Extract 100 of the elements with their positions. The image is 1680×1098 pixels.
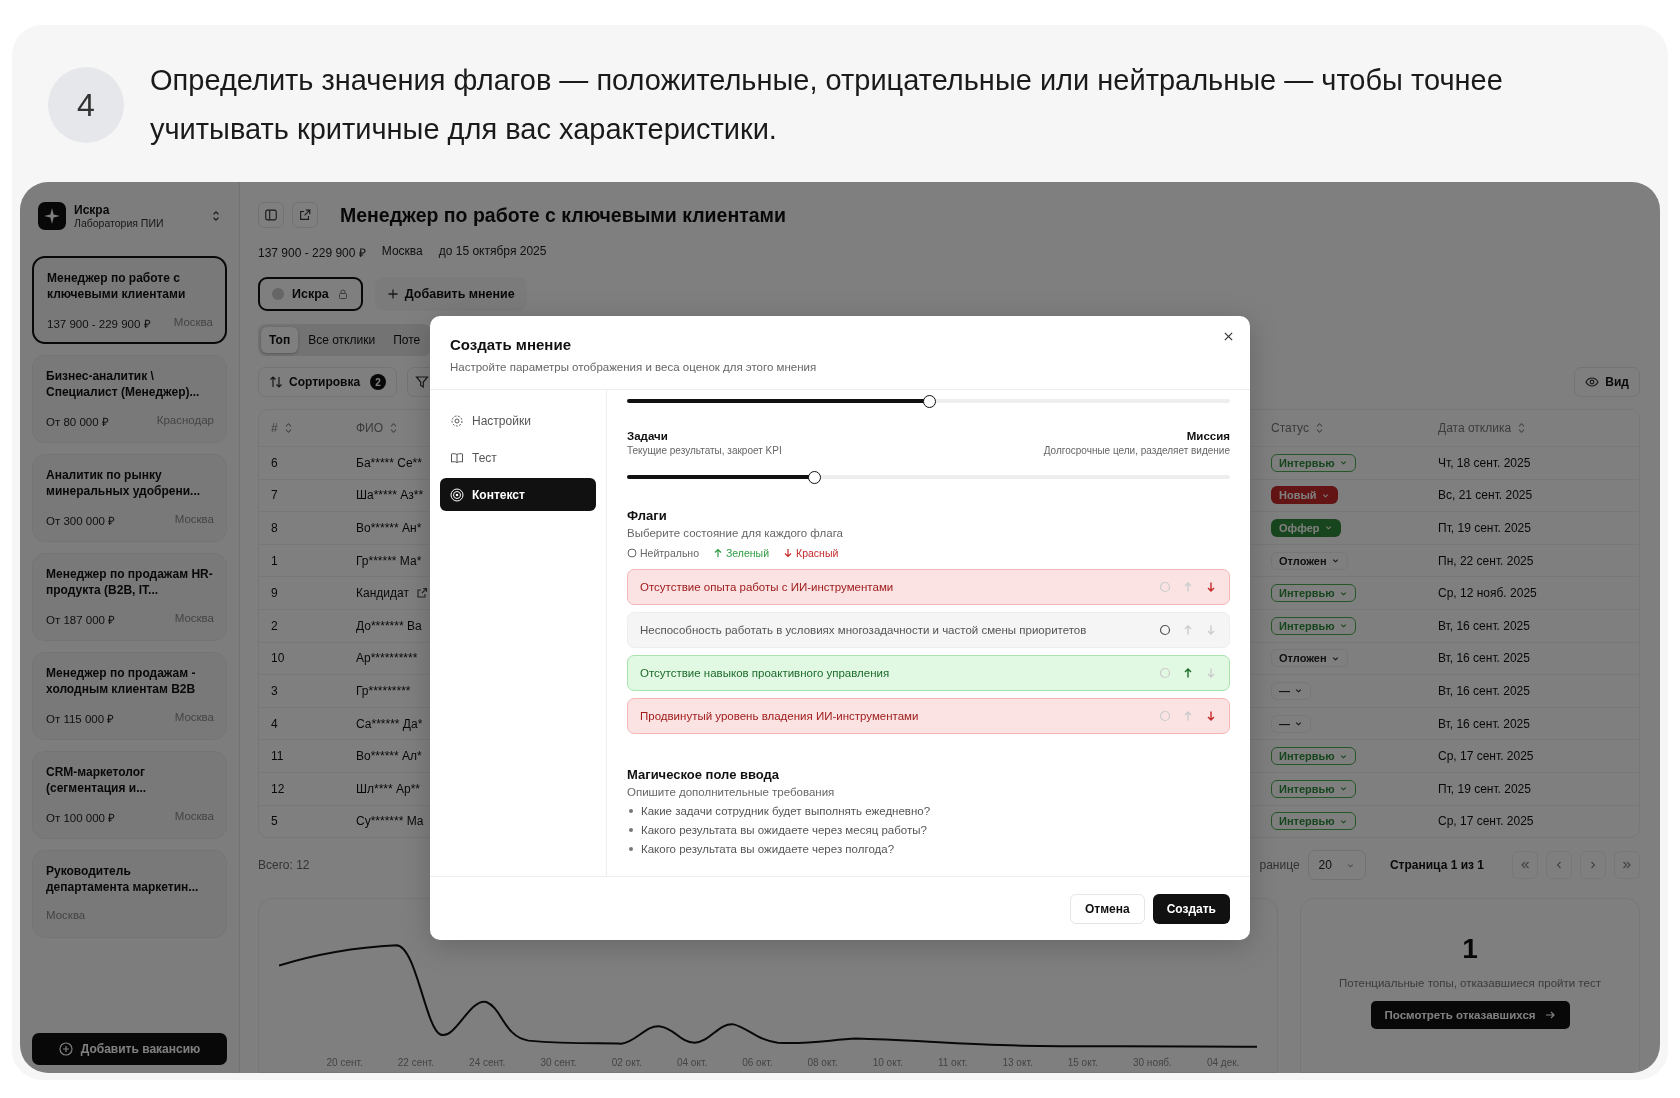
column-header[interactable]: # — [271, 421, 278, 435]
bullet-icon — [629, 847, 633, 851]
status-dropdown[interactable]: Интервью — [1271, 453, 1356, 472]
response-date: Вт, 16 сент. 2025 — [1438, 618, 1530, 633]
response-date: Ср, 12 нояб. 2025 — [1438, 586, 1537, 601]
view-button[interactable]: Вид — [1574, 367, 1640, 397]
column-header[interactable]: ФИО — [356, 421, 384, 435]
gear-icon — [450, 413, 464, 428]
vacancy-salary: От 115 000 ₽ — [46, 712, 115, 726]
create-button[interactable]: Создать — [1152, 893, 1230, 924]
results-tab[interactable]: Все отклики — [300, 327, 384, 353]
weight-slider[interactable] — [627, 394, 1230, 408]
sort-icon[interactable] — [1314, 422, 1324, 434]
neutral-option-icon[interactable] — [1159, 624, 1171, 636]
external-link-icon[interactable] — [415, 587, 428, 600]
view-declined-button[interactable]: Посмотреть отказавшихся — [1370, 1001, 1570, 1030]
book-icon — [450, 450, 464, 465]
sidebar-toggle-button[interactable] — [258, 202, 284, 228]
dialog-nav-item[interactable]: Тест — [440, 441, 596, 474]
vacancy-salary: 137 900 - 229 900 ₽ — [47, 317, 151, 331]
bullet-icon — [629, 809, 633, 813]
chevrons-updown-icon[interactable] — [211, 209, 221, 223]
sort-icon[interactable] — [1517, 422, 1527, 434]
status-dropdown[interactable]: Новый — [1271, 486, 1338, 505]
hint-question: Какого результата вы ожидаете через полгода? — [641, 843, 895, 855]
chevron-down-icon — [1294, 686, 1303, 696]
flag-label: Отсутствие навыков проактивного управления — [640, 667, 890, 679]
previous-page-button[interactable] — [1546, 851, 1572, 880]
row-number: 11 — [271, 749, 284, 764]
last-page-button[interactable] — [1614, 851, 1640, 880]
opinion-chip[interactable]: Искра — [258, 277, 363, 311]
status-dropdown[interactable]: Интервью — [1271, 812, 1356, 831]
chevron-down-icon — [1338, 784, 1348, 794]
status-dropdown[interactable]: Интервью — [1271, 779, 1356, 798]
external-link-button[interactable] — [292, 202, 318, 228]
candidate-name: Шл**** Ар** — [356, 781, 421, 796]
vacancy-salary: От 300 000 ₽ — [46, 514, 116, 528]
add-opinion-button[interactable]: Добавить мнение — [374, 277, 527, 311]
sparkle-logo-icon — [38, 202, 66, 230]
status-dropdown[interactable]: Отложен — [1271, 649, 1348, 668]
row-number: 10 — [271, 651, 285, 666]
sort-arrows-icon — [269, 375, 283, 389]
bullet-icon — [629, 828, 633, 832]
column-header[interactable]: Дата отклика — [1438, 421, 1512, 435]
axis-label: 20 сент. — [326, 1057, 363, 1068]
arrow-down-icon[interactable] — [1205, 581, 1217, 593]
add-vacancy-button[interactable]: Добавить вакансию — [32, 1033, 227, 1065]
axis-label: 04 окт. — [676, 1057, 708, 1068]
chevron-down-icon — [1323, 523, 1333, 533]
summary-value: 1 — [1462, 933, 1478, 966]
dialog-nav-item[interactable]: Контекст — [440, 478, 596, 511]
page-indicator: Страница 1 из 1 — [1389, 858, 1484, 873]
column-header[interactable]: Статус — [1271, 421, 1309, 435]
status-dropdown[interactable]: Интервью — [1271, 584, 1356, 603]
vacancy-title: Бизнес-аналитик \ Специалист (Менеджер)... — [46, 369, 201, 400]
next-page-button[interactable] — [1580, 851, 1606, 880]
chevron-down-icon — [1338, 458, 1348, 468]
total-count: Всего: 12 — [258, 858, 310, 873]
sort-button[interactable]: Сортировка 2 — [258, 367, 398, 397]
response-date: Вт, 16 сент. 2025 — [1438, 651, 1530, 666]
first-page-button[interactable] — [1512, 851, 1538, 880]
status-dropdown[interactable]: — — [1271, 681, 1311, 700]
status-dropdown[interactable]: Оффер — [1271, 519, 1341, 537]
row-number: 2 — [271, 618, 278, 633]
chevron-down-icon — [1294, 719, 1303, 729]
dialog-subtitle: Настройте параметры отображения и веса оценок для этого мнения — [450, 361, 818, 373]
sort-icon[interactable] — [283, 422, 293, 434]
magic-input-description: Опишите дополнительные требования — [627, 786, 836, 798]
flag-label: Отсутствие опыта работы с ИИ-инструментами — [640, 581, 894, 593]
arrow-up-icon[interactable] — [1182, 667, 1194, 679]
status-dropdown[interactable]: Интервью — [1271, 616, 1356, 635]
weight-slider[interactable] — [627, 470, 1230, 484]
flags-heading: Флаги — [627, 508, 668, 523]
candidate-name: До******* Ва — [356, 618, 422, 633]
flag-label: Неспособность работать в условиях многозадачности и частой смены приоритетов — [640, 624, 1087, 636]
results-tab[interactable]: Топ — [261, 327, 299, 353]
results-tab[interactable]: Поте — [385, 327, 429, 353]
dialog-nav-item[interactable]: Настройки — [440, 404, 596, 437]
summary-caption: Потенциальные топы, отказавшиеся пройти тест — [1339, 977, 1601, 990]
cancel-button[interactable]: Отмена — [1069, 893, 1145, 924]
page-size-select[interactable]: 20 — [1307, 850, 1366, 881]
eye-icon — [1585, 375, 1600, 389]
sort-icon[interactable] — [389, 422, 399, 434]
salary-range: 137 900 - 229 900 ₽ — [258, 245, 366, 261]
response-date: Пт, 19 сент. 2025 — [1438, 781, 1531, 796]
slider-right-description: Долгосрочные цели, разделяет видение — [1043, 445, 1230, 456]
status-dropdown[interactable]: Отложен — [1271, 551, 1348, 570]
step-description: Определить значения флагов — положительные, отрицательные или нейтральные — чтобы точнее учитывать критичные для вас характеристики. — [150, 63, 1504, 147]
response-date: Пт, 19 сент. 2025 — [1438, 521, 1531, 535]
status-dropdown[interactable]: Интервью — [1271, 747, 1356, 766]
response-date: Вт, 16 сент. 2025 — [1438, 716, 1530, 731]
status-dropdown[interactable]: — — [1271, 714, 1311, 733]
circle-icon — [627, 548, 637, 558]
flag-legend-item: Нейтрально — [627, 547, 699, 559]
vacancy-heading: Менеджер по работе с ключевыми клиентами — [340, 203, 786, 227]
row-number: 8 — [271, 521, 278, 535]
arrow-down-icon — [783, 548, 794, 558]
close-icon[interactable] — [1223, 331, 1234, 342]
arrow-down-icon[interactable] — [1205, 710, 1217, 722]
hint-question: Какие задачи сотрудник будет выполнять ежедневно? — [641, 805, 931, 817]
